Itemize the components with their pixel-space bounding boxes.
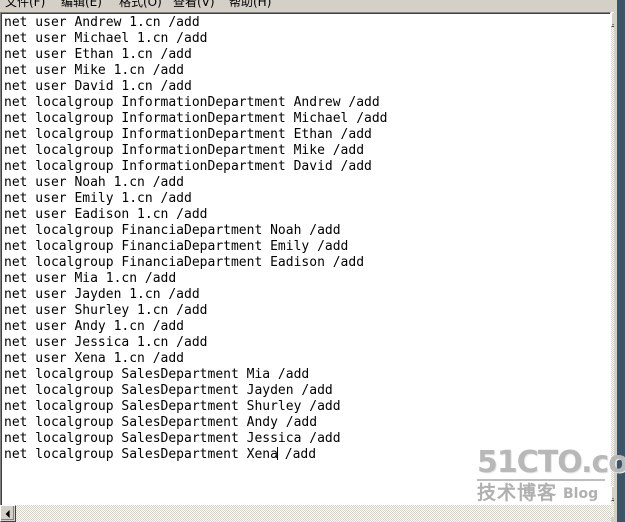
code-line: net user Eadison 1.cn /add — [4, 207, 208, 222]
code-line: net user Mia 1.cn /add — [4, 271, 177, 286]
code-line: net localgroup FinanciaDepartment Emily … — [4, 239, 349, 254]
code-line: net localgroup InformationDepartment Dav… — [4, 159, 372, 174]
window-right-border — [617, 0, 625, 522]
code-line: net localgroup SalesDepartment Andy /add — [4, 415, 318, 430]
code-line: net localgroup InformationDepartment And… — [4, 95, 380, 110]
code-line: net user Jessica 1.cn /add — [4, 335, 208, 350]
code-line: net user Jayden 1.cn /add — [4, 287, 200, 302]
caret-line-tail: /add — [276, 447, 317, 462]
code-line: net user Shurley 1.cn /add — [4, 303, 208, 318]
text-edit-frame-inner: net user Andrew 1.cn /add net user Micha… — [1, 13, 610, 516]
text-edit-frame: net user Andrew 1.cn /add net user Micha… — [0, 12, 611, 517]
code-line: net user Emily 1.cn /add — [4, 191, 192, 206]
code-line: net localgroup FinanciaDepartment Noah /… — [4, 223, 341, 238]
code-line: net localgroup SalesDepartment Jayden /a… — [4, 383, 333, 398]
scroll-left-button[interactable] — [0, 505, 16, 522]
code-line: net user Michael 1.cn /add — [4, 31, 208, 46]
menu-help[interactable]: 帮助(H) — [226, 0, 274, 9]
menu-bar: 文件(F) 编辑(E) 格式(O) 查看(V) 帮助(H) — [0, 0, 625, 12]
code-line: net user David 1.cn /add — [4, 79, 192, 94]
code-line: net localgroup SalesDepartment Mia /add — [4, 367, 310, 382]
code-line: net user Mike 1.cn /add — [4, 63, 185, 78]
horizontal-scrollbar[interactable] — [0, 505, 611, 522]
menu-view[interactable]: 查看(V) — [170, 0, 218, 9]
code-line: net localgroup SalesDepartment Jessica /… — [4, 431, 341, 446]
code-line: net user Noah 1.cn /add — [4, 175, 185, 190]
code-line: net user Andrew 1.cn /add — [4, 15, 200, 30]
notepad-window: 文件(F) 编辑(E) 格式(O) 查看(V) 帮助(H) net user A… — [0, 0, 625, 522]
caret-line-head: net localgroup SalesDepartment Xena — [4, 447, 278, 462]
code-line: net localgroup InformationDepartment Mik… — [4, 143, 365, 158]
arrow-left-icon — [5, 509, 10, 518]
code-line: net localgroup InformationDepartment Mic… — [4, 111, 388, 126]
code-line: net localgroup InformationDepartment Eth… — [4, 127, 372, 142]
code-line: net user Andy 1.cn /add — [4, 319, 185, 334]
menu-edit[interactable]: 编辑(E) — [58, 0, 105, 9]
code-line: net localgroup FinanciaDepartment Eadiso… — [4, 255, 365, 270]
menu-file[interactable]: 文件(F) — [2, 0, 48, 9]
code-line-with-caret: net localgroup SalesDepartment Xena /add — [4, 447, 608, 463]
text-editor-content[interactable]: net user Andrew 1.cn /add net user Micha… — [4, 15, 608, 515]
client-area: net user Andrew 1.cn /add net user Micha… — [0, 12, 625, 522]
menu-format[interactable]: 格式(O) — [116, 0, 165, 9]
code-line: net user Xena 1.cn /add — [4, 351, 185, 366]
code-line: net localgroup SalesDepartment Shurley /… — [4, 399, 341, 414]
code-line: net user Ethan 1.cn /add — [4, 47, 192, 62]
